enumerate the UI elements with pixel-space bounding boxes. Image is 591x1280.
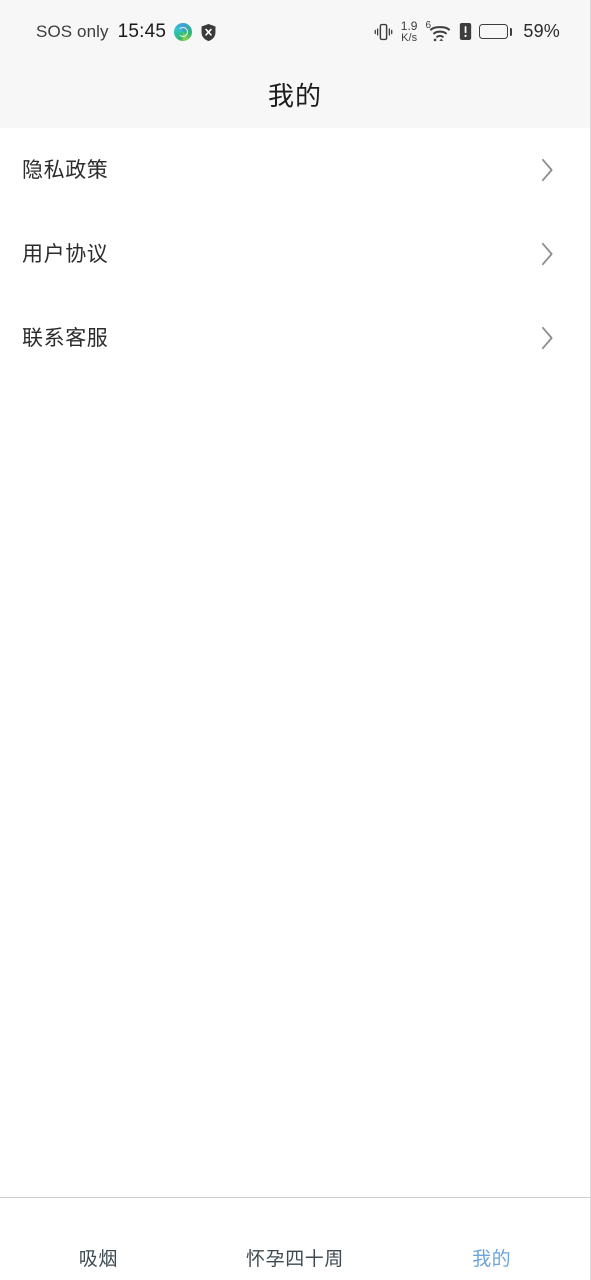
page-title: 我的 <box>267 81 322 111</box>
battery-cap <box>509 27 513 36</box>
content-area: 隐私政策 用户协议 联系客服 <box>0 128 590 1197</box>
tab-label: 我的 <box>472 1249 512 1270</box>
gradient-globe-icon <box>174 23 193 41</box>
network-speed-unit: K/s <box>401 31 418 44</box>
status-bar-right: 1.9 K/s 6 59% <box>374 20 560 43</box>
clock-label: 15:45 <box>117 21 167 42</box>
tab-smoking[interactable]: 吸烟 <box>0 1198 197 1271</box>
chevron-right-icon <box>540 241 555 267</box>
list-item-label: 隐私政策 <box>22 158 109 182</box>
sim-alert-icon <box>459 22 472 41</box>
list-item-privacy-policy[interactable]: 隐私政策 <box>0 128 590 212</box>
tab-label: 怀孕四十周 <box>246 1249 345 1270</box>
settings-list: 隐私政策 用户协议 联系客服 <box>0 128 590 380</box>
shield-x-icon <box>200 23 217 42</box>
network-speed-value: 1.9 <box>400 19 418 34</box>
list-item-user-agreement[interactable]: 用户协议 <box>0 212 590 296</box>
battery-body <box>479 24 509 40</box>
list-item-label: 联系客服 <box>22 326 109 350</box>
chevron-right-icon <box>540 157 555 183</box>
network-speed-indicator: 1.9 K/s <box>401 20 418 43</box>
carrier-label: SOS only <box>36 22 109 41</box>
battery-percent-label: 59% <box>523 21 560 42</box>
phone-screen: SOS only 15:45 1.9 K/s 6 59% 我的 隐私政策 用户协… <box>0 0 591 1280</box>
tab-mine[interactable]: 我的 <box>393 1198 590 1271</box>
tab-pregnancy-forty-weeks[interactable]: 怀孕四十周 <box>197 1198 394 1271</box>
chevron-right-icon <box>540 325 555 351</box>
list-item-contact-support[interactable]: 联系客服 <box>0 296 590 380</box>
app-header: 我的 <box>0 64 590 128</box>
status-bar: SOS only 15:45 1.9 K/s 6 59% <box>0 0 590 64</box>
wifi-icon: 6 <box>425 20 452 43</box>
battery-icon <box>479 24 513 40</box>
tab-label: 吸烟 <box>78 1249 118 1270</box>
bottom-tab-bar: 吸烟 怀孕四十周 我的 <box>0 1197 590 1280</box>
list-item-label: 用户协议 <box>22 242 109 266</box>
status-bar-left: SOS only 15:45 <box>36 21 217 43</box>
vibrate-icon <box>374 21 393 43</box>
